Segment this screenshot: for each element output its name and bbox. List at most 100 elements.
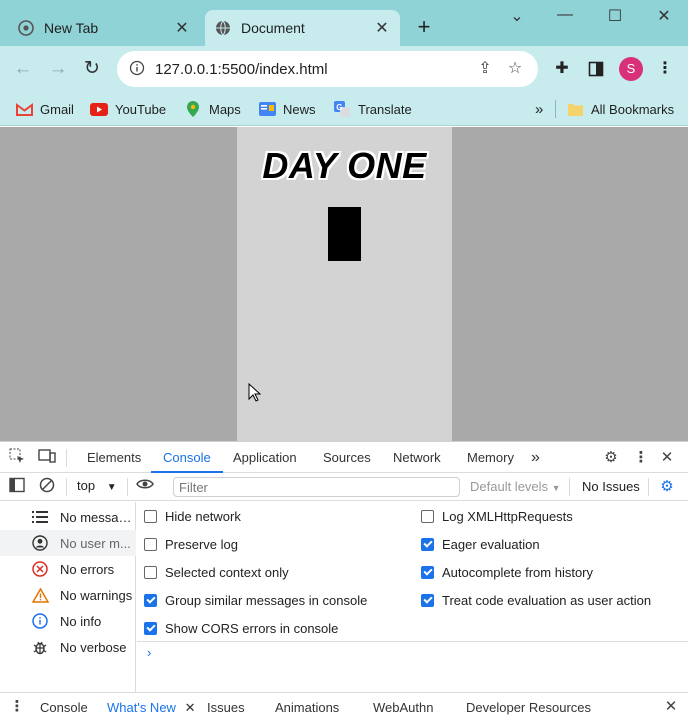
tab-document[interactable]: Document ✕ — [205, 10, 400, 46]
forward-button[interactable]: → — [46, 57, 70, 81]
sidebar-item-info[interactable]: No info — [0, 608, 136, 634]
close-icon[interactable]: ✕ — [374, 18, 390, 38]
checkbox[interactable] — [421, 509, 434, 523]
minimize-button[interactable]: — — [553, 6, 577, 28]
bookmark-gmail[interactable]: Gmail — [15, 98, 74, 120]
sidebar-toggle-icon[interactable] — [7, 477, 27, 497]
maximize-button[interactable]: ☐ — [603, 6, 627, 28]
window-close-button[interactable]: ✕ — [652, 6, 676, 28]
option-preserve-log[interactable]: Preserve log — [144, 534, 238, 554]
sidebar-item-verbose[interactable]: No verbose — [0, 634, 136, 660]
clear-console-icon[interactable] — [37, 477, 57, 497]
checkbox[interactable] — [144, 621, 157, 635]
toolbar-divider — [127, 478, 128, 496]
option-selected-context-only[interactable]: Selected context only — [144, 562, 289, 582]
issues-button[interactable]: No Issues — [582, 479, 640, 494]
more-bookmarks-button[interactable]: » — [535, 98, 543, 120]
drawer-tab-whats-new[interactable]: What's New ✕ — [107, 693, 195, 720]
bookmark-translate[interactable]: G Translate — [333, 98, 412, 120]
checkbox[interactable] — [421, 565, 434, 579]
drawer-tab-issues[interactable]: Issues — [207, 693, 245, 720]
sidebar-item-errors[interactable]: No errors — [0, 556, 136, 582]
inspect-element-icon[interactable] — [7, 448, 27, 468]
option-autocomplete-history[interactable]: Autocomplete from history — [421, 562, 593, 582]
eye-icon[interactable] — [135, 477, 155, 497]
new-tab-button[interactable]: + — [413, 14, 435, 40]
option-log-xhr[interactable]: Log XMLHttpRequests — [421, 506, 573, 526]
option-treat-code-evaluation[interactable]: Treat code evaluation as user action — [421, 590, 651, 610]
reload-button[interactable]: ↻ — [80, 57, 104, 81]
address-bar[interactable]: 127.0.0.1:5500/index.html ⇪ ☆ — [117, 51, 538, 87]
drawer-tab-developer-resources[interactable]: Developer Resources — [466, 693, 591, 720]
tab-memory[interactable]: Memory — [467, 442, 514, 473]
bookmark-youtube[interactable]: YouTube — [90, 98, 166, 120]
menu-kebab-icon[interactable]: ⋮ — [654, 58, 676, 80]
toolbar-divider — [569, 478, 570, 496]
close-icon[interactable]: ✕ — [174, 18, 190, 38]
mouse-cursor-icon — [248, 383, 262, 402]
sidebar-label: No warnings — [60, 587, 133, 603]
side-panel-icon[interactable] — [585, 58, 607, 80]
tab-title: New Tab — [44, 20, 99, 36]
tab-new-tab[interactable]: New Tab ✕ — [8, 10, 200, 46]
sidebar-item-warnings[interactable]: No warnings — [0, 582, 136, 608]
tab-elements[interactable]: Elements — [87, 442, 141, 473]
gear-icon[interactable]: ⚙ — [601, 448, 621, 468]
checkbox[interactable] — [421, 537, 434, 551]
option-label: Eager evaluation — [442, 536, 540, 552]
option-hide-network[interactable]: Hide network — [144, 506, 241, 526]
drawer-tab-animations[interactable]: Animations — [275, 693, 339, 720]
tab-application[interactable]: Application — [233, 442, 297, 473]
checkbox[interactable] — [144, 565, 157, 579]
log-levels-dropdown[interactable]: Default levels ▼ — [470, 479, 561, 494]
tab-network[interactable]: Network — [393, 442, 441, 473]
filter-input[interactable] — [173, 477, 460, 497]
list-icon — [30, 507, 50, 527]
extensions-icon[interactable]: ✚ — [551, 58, 573, 80]
menu-kebab-icon[interactable]: ⋮ — [631, 448, 651, 468]
console-sidebar: No messag... No user m... No errors No w… — [0, 502, 136, 692]
console-settings-gear-icon[interactable]: ⚙ — [657, 477, 677, 497]
drawer-menu-kebab-icon[interactable]: ⋮ — [7, 697, 27, 717]
sidebar-item-user-messages[interactable]: No user m... — [0, 530, 136, 556]
close-icon[interactable]: ✕ — [185, 700, 196, 715]
sidebar-item-messages[interactable]: No messag... — [0, 504, 136, 530]
checkbox[interactable] — [144, 537, 157, 551]
levels-label: Default levels — [470, 479, 549, 494]
option-show-cors-errors[interactable]: Show CORS errors in console — [144, 618, 338, 638]
sidebar-label: No info — [60, 613, 102, 629]
tab-console[interactable]: Console — [151, 442, 223, 473]
drawer-tab-console[interactable]: Console — [40, 693, 88, 720]
warning-icon — [30, 585, 50, 605]
close-icon[interactable]: ✕ — [657, 448, 677, 468]
checkbox[interactable] — [144, 509, 157, 523]
option-label: Log XMLHttpRequests — [442, 508, 573, 524]
bookmark-star-icon[interactable]: ☆ — [504, 58, 526, 80]
site-info-icon[interactable] — [129, 60, 145, 79]
close-drawer-icon[interactable]: ✕ — [661, 697, 681, 717]
bookmark-label: All Bookmarks — [591, 101, 675, 117]
context-select[interactable]: top ▼ — [77, 478, 117, 493]
option-eager-evaluation[interactable]: Eager evaluation — [421, 534, 540, 554]
url-text[interactable]: 127.0.0.1:5500/index.html — [155, 61, 466, 78]
bookmarks-divider — [555, 100, 556, 118]
browser-toolbar: ← → ↻ 127.0.0.1:5500/index.html ⇪ ☆ ✚ S … — [0, 46, 688, 92]
tab-sources[interactable]: Sources — [323, 442, 371, 473]
user-icon — [30, 533, 50, 553]
option-group-similar[interactable]: Group similar messages in console — [144, 590, 367, 610]
checkbox[interactable] — [421, 593, 434, 607]
toolbar-divider — [66, 449, 67, 467]
drawer-tab-webauthn[interactable]: WebAuthn — [373, 693, 433, 720]
bookmark-news[interactable]: News — [258, 98, 316, 120]
device-toolbar-icon[interactable] — [37, 448, 57, 468]
share-icon[interactable]: ⇪ — [474, 58, 496, 80]
chevron-down-icon[interactable]: ⌄ — [505, 6, 529, 28]
avatar[interactable]: S — [619, 57, 643, 81]
all-bookmarks-folder[interactable]: All Bookmarks — [566, 98, 674, 120]
console-prompt[interactable]: › — [147, 645, 151, 660]
checkbox[interactable] — [144, 593, 157, 607]
bookmark-maps[interactable]: Maps — [184, 98, 241, 120]
caret-down-icon: ▼ — [106, 482, 117, 493]
back-button[interactable]: ← — [11, 57, 35, 81]
more-tabs-button[interactable]: » — [531, 442, 540, 473]
